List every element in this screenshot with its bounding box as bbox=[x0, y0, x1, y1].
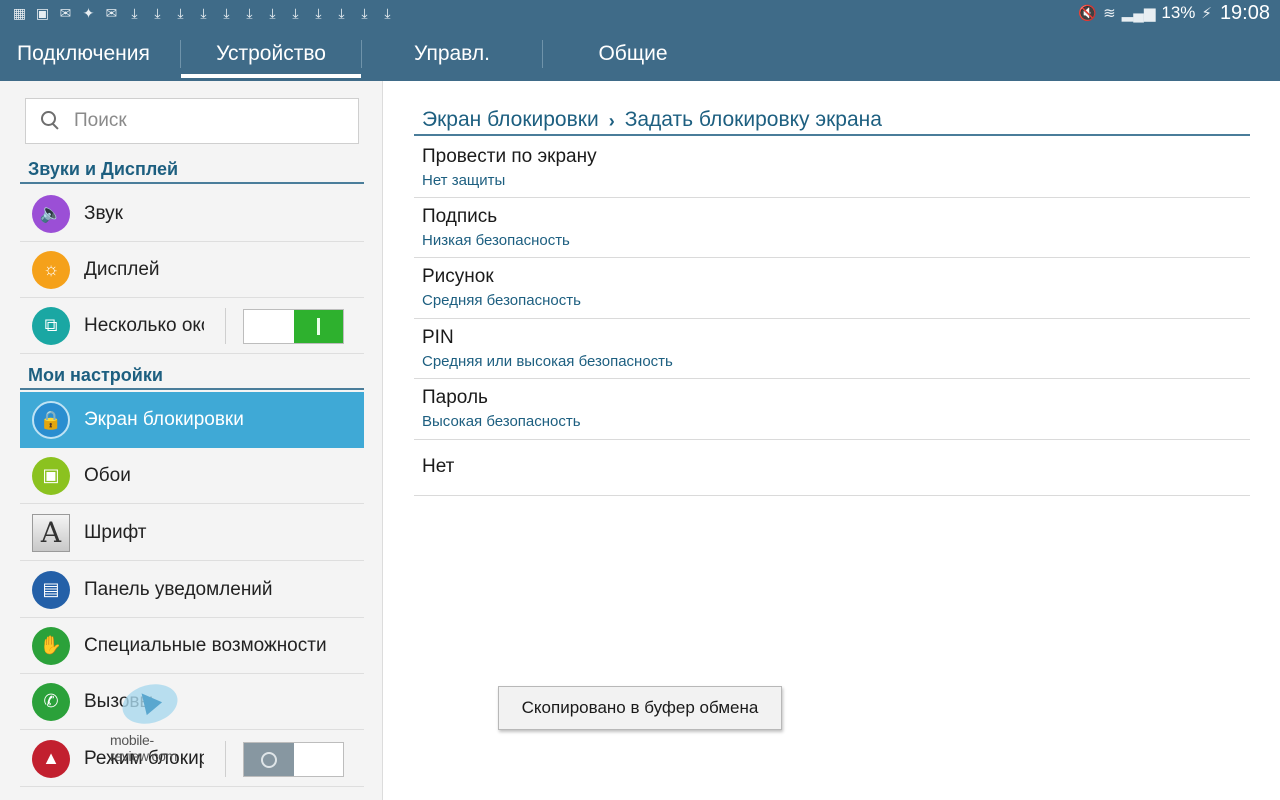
breadcrumb-current: Задать блокировку экрана bbox=[624, 108, 882, 131]
download-icon: ⤓ bbox=[200, 5, 207, 21]
option-title: PIN bbox=[422, 327, 454, 348]
blocking-mode-toggle[interactable] bbox=[243, 742, 344, 777]
wifi-icon: ≋ bbox=[1103, 5, 1116, 22]
download-icon: ⤓ bbox=[361, 5, 368, 21]
sidebar-item-font[interactable]: A Шрифт bbox=[20, 505, 364, 561]
download-icon: ⤓ bbox=[269, 5, 276, 21]
battery-charging-icon: ⚡ bbox=[1201, 5, 1212, 22]
section-header-my-settings: Мои настройки bbox=[20, 360, 364, 390]
toggle-knob bbox=[293, 310, 343, 343]
tab-general[interactable]: Общие bbox=[543, 26, 723, 81]
status-indicators: 🔇 ≋ ▂▄▆ 13% ⚡ 19:08 bbox=[1078, 2, 1270, 25]
search-icon bbox=[40, 110, 62, 132]
multiwindow-toggle[interactable] bbox=[243, 309, 344, 344]
status-bar: ▦ ▣ ✉ ✦ ✉ ⤓ ⤓ ⤓ ⤓ ⤓ ⤓ ⤓ ⤓ ⤓ ⤓ ⤓ ⤓ 🔇 ≋ ▂▄… bbox=[0, 0, 1280, 26]
option-title: Провести по экрану bbox=[422, 146, 597, 167]
phone-icon: ✆ bbox=[32, 682, 70, 721]
sidebar-item-label: Панель уведомлений bbox=[84, 578, 273, 600]
toggle-knob bbox=[244, 743, 294, 776]
sidebar-item-label: Обои bbox=[84, 464, 131, 486]
search-input[interactable] bbox=[74, 110, 334, 132]
clock: 19:08 bbox=[1219, 1, 1270, 24]
search-box[interactable] bbox=[25, 98, 359, 144]
sidebar-item-sound[interactable]: 🔈 Звук bbox=[20, 186, 364, 242]
lock-option-pin[interactable]: PIN Средняя или высокая безопасность bbox=[414, 319, 1250, 379]
blocking-mode-icon: ▲ bbox=[32, 739, 70, 778]
lock-option-none[interactable]: Нет bbox=[414, 440, 1250, 496]
sidebar-item-accessibility[interactable]: ✋ Специальные возможности bbox=[20, 618, 364, 674]
download-icon: ⤓ bbox=[131, 5, 138, 21]
notification-panel-icon: ▤ bbox=[32, 570, 70, 609]
gmail-icon: ✉ bbox=[105, 5, 118, 21]
mail-icon: ✉ bbox=[59, 5, 72, 21]
wallpaper-icon: ▣ bbox=[32, 456, 70, 495]
option-title: Нет bbox=[422, 456, 455, 477]
breadcrumb: Экран блокировки › Задать блокировку экр… bbox=[414, 96, 1250, 136]
option-subtitle: Высокая безопасность bbox=[422, 413, 581, 430]
multiwindow-icon: ⧉ bbox=[32, 306, 70, 345]
download-icon: ⤓ bbox=[315, 5, 322, 21]
twitter-icon: ✦ bbox=[82, 5, 95, 21]
option-title: Подпись bbox=[422, 206, 498, 227]
notification-icons: ▦ ▣ ✉ ✦ ✉ ⤓ ⤓ ⤓ ⤓ ⤓ ⤓ ⤓ ⤓ ⤓ ⤓ ⤓ ⤓ bbox=[10, 4, 397, 22]
signal-icon: ▂▄▆ bbox=[1121, 5, 1156, 22]
sidebar-item-label: Шрифт bbox=[84, 521, 147, 543]
lock-option-swipe[interactable]: Провести по экрану Нет защиты bbox=[414, 138, 1250, 198]
section-header-sound-display: Звуки и Дисплей bbox=[20, 154, 364, 184]
toast-text: Скопировано в буфер обмена bbox=[521, 698, 759, 717]
download-icon: ⤓ bbox=[384, 5, 391, 21]
mute-icon: 🔇 bbox=[1078, 5, 1098, 22]
toast-message: Скопировано в буфер обмена bbox=[498, 686, 782, 730]
download-icon: ⤓ bbox=[338, 5, 345, 21]
option-title: Рисунок bbox=[422, 266, 494, 287]
option-subtitle: Средняя или высокая безопасность bbox=[422, 353, 673, 370]
brightness-icon: ☼ bbox=[32, 250, 70, 289]
lock-screen-icon: 🔒 bbox=[32, 401, 70, 439]
settings-sidebar: Звуки и Дисплей 🔈 Звук ☼ Дисплей ⧉ Неско… bbox=[0, 81, 383, 800]
tab-connections[interactable]: Подключения bbox=[0, 26, 180, 81]
download-icon: ⤓ bbox=[154, 5, 161, 21]
sidebar-item-lock-screen[interactable]: 🔒 Экран блокировки bbox=[20, 392, 364, 448]
watermark-text: mobile-review.com bbox=[110, 732, 178, 764]
sound-icon: 🔈 bbox=[32, 194, 70, 233]
download-icon: ⤓ bbox=[177, 5, 184, 21]
accessibility-hand-icon: ✋ bbox=[32, 626, 70, 665]
option-title: Пароль bbox=[422, 387, 488, 408]
download-icon: ⤓ bbox=[246, 5, 253, 21]
option-subtitle: Низкая безопасность bbox=[422, 232, 570, 249]
download-icon: ⤓ bbox=[223, 5, 230, 21]
battery-percent: 13% bbox=[1161, 3, 1196, 22]
sim-icon: ▦ bbox=[12, 5, 27, 21]
tab-controls[interactable]: Управл. bbox=[362, 26, 542, 81]
lock-option-signature[interactable]: Подпись Низкая безопасность bbox=[414, 198, 1250, 258]
sidebar-item-display[interactable]: ☼ Дисплей bbox=[20, 242, 364, 298]
sidebar-item-multiwindow[interactable]: ⧉ Несколько окон bbox=[20, 298, 364, 354]
lock-option-password[interactable]: Пароль Высокая безопасность bbox=[414, 379, 1250, 440]
download-icon: ⤓ bbox=[292, 5, 299, 21]
toggle-separator bbox=[225, 741, 226, 777]
image-icon: ▣ bbox=[35, 5, 50, 21]
sidebar-item-notification-panel[interactable]: ▤ Панель уведомлений bbox=[20, 562, 364, 618]
sidebar-item-wallpaper[interactable]: ▣ Обои bbox=[20, 448, 364, 504]
font-icon: A bbox=[32, 513, 70, 552]
sidebar-item-label: Специальные возможности bbox=[84, 634, 327, 656]
active-tab-indicator bbox=[181, 74, 361, 78]
chevron-right-icon: › bbox=[608, 111, 615, 131]
sidebar-item-label: Несколько окон bbox=[84, 314, 204, 336]
lock-option-pattern[interactable]: Рисунок Средняя безопасность bbox=[414, 258, 1250, 319]
watermark: mobile-review.com bbox=[110, 678, 210, 764]
breadcrumb-parent[interactable]: Экран блокировки bbox=[422, 108, 599, 132]
tab-device[interactable]: Устройство bbox=[181, 26, 361, 81]
settings-tab-bar: Подключения Устройство Управл. Общие bbox=[0, 26, 1280, 81]
option-subtitle: Средняя безопасность bbox=[422, 292, 581, 309]
sidebar-item-label: Звук bbox=[84, 202, 123, 224]
option-subtitle: Нет защиты bbox=[422, 172, 506, 189]
sidebar-item-label: Экран блокировки bbox=[84, 409, 244, 430]
sidebar-item-label: Дисплей bbox=[84, 258, 160, 280]
toggle-separator bbox=[225, 308, 226, 344]
